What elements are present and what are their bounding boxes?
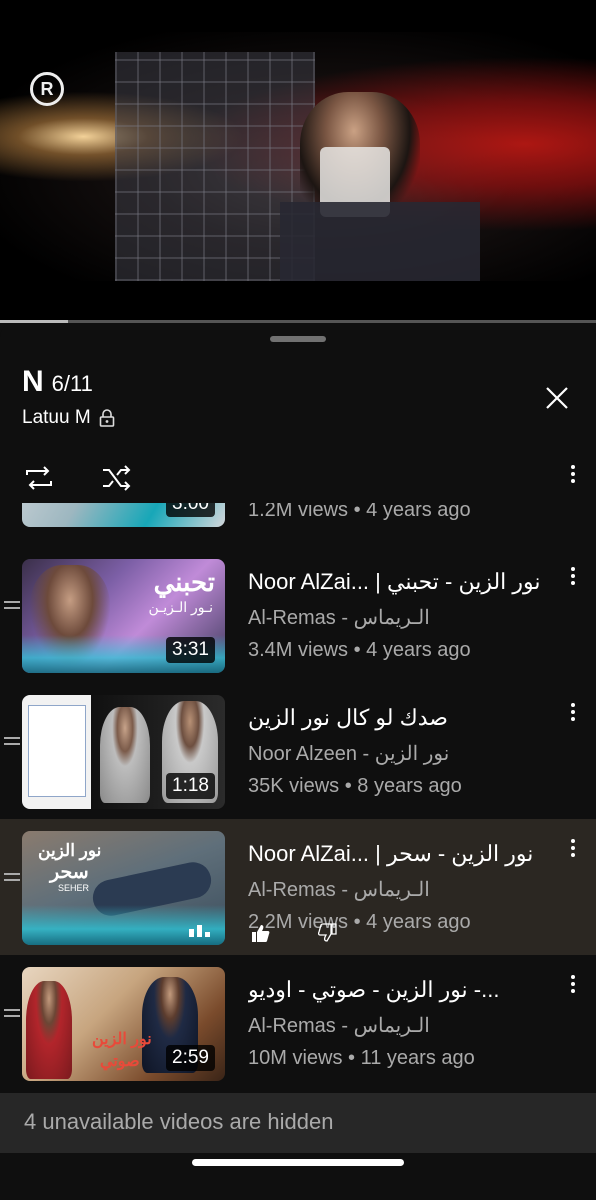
video-thumbnail[interactable]: 3:00 [22, 503, 225, 527]
video-channel: Noor Alzeen - نور الزين [248, 743, 450, 765]
video-meta: 10M views • 11 years ago [248, 1047, 475, 1069]
video-thumbnail[interactable]: تحبني نـور الـزيـن 3:31 [22, 559, 225, 673]
thumbnail-title: نور الزين [92, 1031, 152, 1048]
thumbnail-person [26, 981, 72, 1079]
drag-handle-icon[interactable] [4, 601, 20, 613]
home-indicator[interactable] [192, 1159, 404, 1166]
more-vert-icon[interactable] [566, 703, 580, 727]
like-icon[interactable] [250, 923, 270, 943]
list-item[interactable]: تحبني نـور الـزيـن 3:31 Noor AlZai... | … [0, 547, 596, 683]
thumbnail-title: نور الزين [38, 841, 102, 860]
playlist-title: N [22, 365, 44, 398]
now-playing-bars-icon [189, 925, 210, 937]
more-vert-icon[interactable] [566, 465, 580, 489]
video-player[interactable]: R [0, 32, 596, 281]
panel-drag-handle[interactable] [270, 336, 326, 342]
video-thumbnail[interactable]: نور الزين سحر SEHER [22, 831, 225, 945]
video-title[interactable]: صدك لو كال نور الزين [248, 705, 558, 731]
video-channel: Al-Remas - الـريماس [248, 879, 430, 901]
playlist-header: N 6/11 [22, 365, 93, 398]
lock-icon [99, 409, 114, 427]
list-item[interactable]: 1:18 صدك لو كال نور الزين Noor Alzeen - … [0, 683, 596, 819]
video-letterbox [0, 281, 596, 321]
thumbnail-subtitle: صوتي [100, 1053, 140, 1070]
video-meta: 3.4M views • 4 years ago [248, 639, 471, 661]
video-scene-blanket [280, 202, 480, 281]
video-meta: 2.2M views • 4 years ago [248, 911, 471, 933]
playlist-items: 3:00 1.2M views • 4 years ago تحبني نـور… [0, 503, 596, 1093]
list-item-now-playing[interactable]: نور الزين سحر SEHER Noor AlZai... | نور … [0, 819, 596, 955]
playlist-position: 6/11 [51, 371, 93, 396]
list-item[interactable]: نور الزين صوتي 2:59 نور الزين - صوتي - ا… [0, 955, 596, 1091]
shuffle-icon[interactable] [100, 461, 134, 495]
list-item[interactable]: 3:00 1.2M views • 4 years ago [0, 503, 596, 539]
playlist-panel: N 6/11 Latuu M 3:00 1.2M views • 4 years… [0, 323, 596, 1200]
more-vert-icon[interactable] [566, 567, 580, 591]
duration-badge: 3:00 [166, 503, 215, 517]
channel-watermark-logo: R [30, 72, 64, 106]
drag-handle-icon[interactable] [4, 1009, 20, 1021]
video-thumbnail[interactable]: 1:18 [22, 695, 225, 809]
duration-badge: 2:59 [166, 1045, 215, 1071]
dislike-icon[interactable] [318, 923, 338, 943]
status-bar [0, 0, 596, 32]
thumbnail-screenshot [28, 705, 86, 797]
thumbnail-person [100, 707, 150, 803]
thumbnail-subtitle: نـور الـزيـن [148, 599, 213, 615]
drag-handle-icon[interactable] [4, 737, 20, 749]
thumbnail-subtitle: سحر [50, 862, 89, 883]
more-vert-icon[interactable] [566, 975, 580, 999]
loop-icon[interactable] [22, 461, 56, 495]
video-title[interactable]: نور الزين - صوتي - اوديو -... [248, 977, 558, 1003]
video-meta: 1.2M views • 4 years ago [248, 503, 471, 521]
video-thumbnail[interactable]: نور الزين صوتي 2:59 [22, 967, 225, 1081]
video-channel: Al-Remas - الـريماس [248, 1015, 430, 1037]
thumbnail-subtitle-latin: SEHER [58, 883, 90, 893]
playlist-owner: Latuu M [22, 407, 91, 428]
video-meta: 35K views • 8 years ago [248, 775, 462, 797]
video-channel: Al-Remas - الـريماس [248, 607, 430, 629]
hidden-videos-text: 4 unavailable videos are hidden [24, 1109, 334, 1134]
hidden-videos-notice: 4 unavailable videos are hidden [0, 1093, 596, 1153]
thumbnail-title: تحبني [153, 567, 215, 597]
more-vert-icon[interactable] [566, 839, 580, 863]
video-title[interactable]: Noor AlZai... | نور الزين - تحبني [248, 569, 558, 595]
drag-handle-icon[interactable] [4, 873, 20, 885]
playlist-owner-row: Latuu M [22, 407, 115, 429]
video-title[interactable]: Noor AlZai... | نور الزين - سحر [248, 841, 558, 867]
close-icon[interactable] [540, 381, 574, 415]
duration-badge: 3:31 [166, 637, 215, 663]
duration-badge: 1:18 [166, 773, 215, 799]
